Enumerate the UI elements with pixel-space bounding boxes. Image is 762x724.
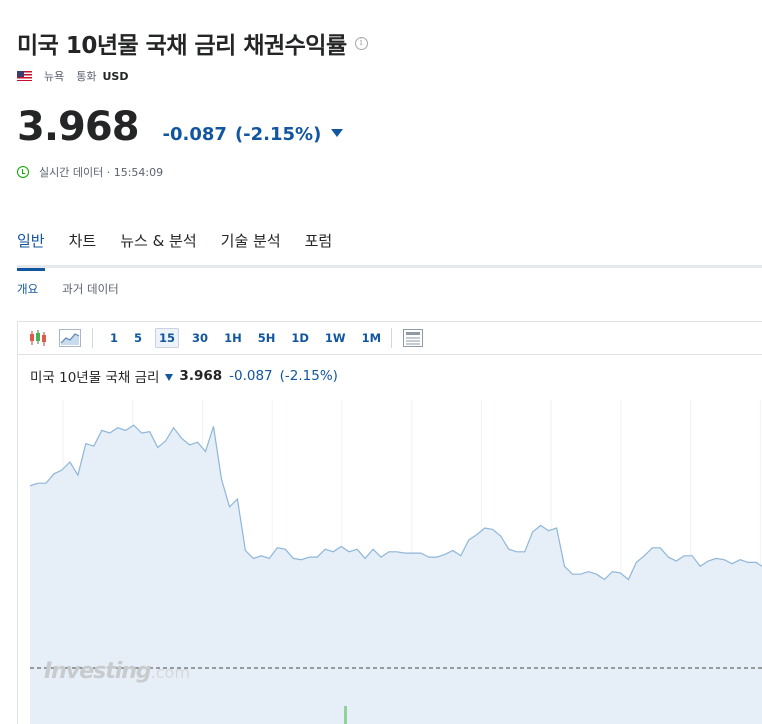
- interval-15[interactable]: 15: [155, 328, 180, 348]
- interval-5h[interactable]: 5H: [255, 329, 279, 347]
- chart-widget: 1 5 15 30 1H 5H 1D 1W 1M 미국 10년물 국채 금리 3…: [17, 321, 762, 724]
- subtab-historical-data[interactable]: 과거 데이터: [62, 281, 119, 297]
- watermark-suffix: .com: [150, 663, 190, 682]
- chart-change: -0.087: [229, 368, 273, 384]
- investing-watermark: Investing.com: [44, 659, 190, 684]
- tab-news-analysis[interactable]: 뉴스 & 분석: [120, 228, 196, 268]
- us-flag-icon: [17, 71, 32, 81]
- info-icon[interactable]: i: [354, 36, 368, 50]
- interval-1w[interactable]: 1W: [322, 329, 349, 347]
- exchange-info: 뉴욕 통화 USD: [17, 68, 129, 84]
- toolbar-divider: [92, 328, 93, 348]
- quote-row: 3.968 -0.087 (-2.15%): [17, 104, 344, 150]
- interval-1h[interactable]: 1H: [221, 329, 245, 347]
- interval-5[interactable]: 5: [131, 329, 145, 347]
- chart-legend: 미국 10년물 국채 금리 3.968 -0.087 (-2.15%): [30, 366, 338, 386]
- down-arrow-icon: [331, 129, 344, 137]
- sub-tabs: 개요 과거 데이터: [17, 281, 143, 297]
- realtime-text: 실시간 데이터 · 15:54:09: [39, 166, 164, 179]
- volume-bar: [344, 706, 347, 724]
- clock-icon: [17, 166, 29, 178]
- down-arrow-icon: [165, 373, 174, 381]
- page-title: 미국 10년물 국채 금리 채권수익률: [17, 33, 347, 59]
- interval-1[interactable]: 1: [107, 329, 121, 347]
- currency-value: USD: [102, 69, 129, 83]
- realtime-status: 실시간 데이터 · 15:54:09: [17, 164, 163, 180]
- tab-overview[interactable]: 일반: [17, 228, 45, 271]
- area-chart-icon[interactable]: [58, 327, 82, 349]
- interval-30[interactable]: 30: [189, 329, 211, 347]
- subtab-summary[interactable]: 개요: [17, 281, 38, 297]
- currency-label: 통화: [76, 70, 97, 83]
- toolbar-divider: [391, 328, 393, 348]
- price-change-percent: (-2.15%): [234, 124, 322, 145]
- tab-forum[interactable]: 포럼: [305, 228, 333, 268]
- table-view-icon[interactable]: [401, 327, 425, 349]
- tab-technical[interactable]: 기술 분석: [221, 228, 281, 268]
- chart-instrument-name: 미국 10년물 국채 금리: [30, 370, 160, 386]
- main-tabs: 일반 차트 뉴스 & 분석 기술 분석 포럼: [17, 228, 762, 271]
- chart-toolbar: 1 5 15 30 1H 5H 1D 1W 1M: [18, 322, 762, 355]
- price-change: -0.087: [162, 124, 227, 145]
- exchange-region: 뉴욕: [44, 70, 65, 83]
- title-row: 미국 10년물 국채 금리 채권수익률 i: [17, 26, 368, 60]
- interval-1m[interactable]: 1M: [359, 329, 384, 347]
- chart-price: 3.968: [179, 368, 223, 384]
- candlestick-icon[interactable]: [26, 327, 50, 349]
- interval-1d[interactable]: 1D: [288, 329, 312, 347]
- chart-change-percent: (-2.15%): [279, 368, 338, 384]
- watermark-text: Investing: [44, 659, 152, 684]
- tab-chart[interactable]: 차트: [69, 228, 97, 268]
- last-price: 3.968: [17, 104, 140, 150]
